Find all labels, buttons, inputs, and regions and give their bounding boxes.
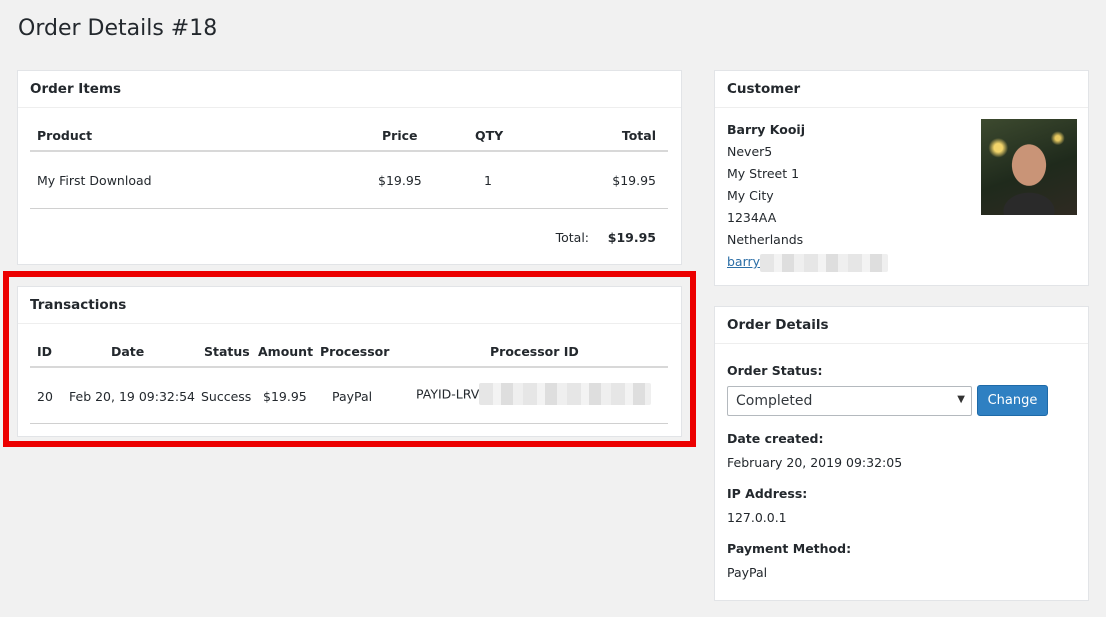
customer-company: Never5 [727,144,773,159]
page-title: Order Details #18 [18,16,218,41]
customer-email-link[interactable]: barry [727,254,760,269]
column-header-total: Total [621,128,656,143]
customer-address: Barry Kooij Never5 My Street 1 My City 1… [727,119,889,273]
order-details-header: Order Details [715,307,1088,344]
column-header-id: ID [37,344,53,359]
redacted-blur [760,253,889,272]
product-total: $19.95 [612,173,656,188]
total-row: Total: $19.95 [30,224,668,254]
order-status-select[interactable]: Completed ▼ [727,386,972,416]
order-details-panel: Order Details Order Status: Completed ▼ … [714,306,1089,601]
column-header-status: Status [204,344,250,359]
payment-method-value: PayPal [727,565,768,580]
order-items-header: Order Items [18,71,681,108]
divider [30,423,668,424]
redacted-blur [479,383,652,405]
customer-country: Netherlands [727,232,804,247]
customer-city: My City [727,188,774,203]
date-created-value: February 20, 2019 09:32:05 [727,455,903,470]
date-created-label: Date created: [727,431,824,446]
payment-method-label: Payment Method: [727,541,852,556]
table-row: 20 Feb 20, 19 09:32:54 Success $19.95 Pa… [30,383,668,413]
avatar [981,119,1077,215]
order-items-panel: Order Items Product Price QTY Total My F… [17,70,682,265]
transactions-panel: Transactions ID Date Status Amount Proce… [17,286,682,437]
customer-name: Barry Kooij [727,122,806,137]
ip-address-label: IP Address: [727,486,808,501]
transactions-table: ID Date Status Amount Processor Processo… [30,324,668,438]
customer-panel: Customer Barry Kooij Never5 My Street 1 … [714,70,1089,286]
column-header-product: Product [37,128,93,143]
table-header-row: ID Date Status Amount Processor Processo… [30,338,668,368]
ip-address-value: 127.0.0.1 [727,510,787,525]
column-header-amount: Amount [258,344,314,359]
customer-postcode: 1234AA [727,210,777,225]
transaction-processor-id: PAYID-LRV [416,383,652,405]
transaction-amount: $19.95 [263,389,307,404]
table-row: My First Download $19.95 1 $19.95 [30,167,668,197]
transactions-header: Transactions [18,287,681,324]
transaction-date: Feb 20, 19 09:32:54 [69,389,195,404]
transaction-status: Success [201,389,252,404]
total-label: Total: [555,230,589,245]
column-header-price: Price [382,128,418,143]
transaction-processor: PayPal [332,389,373,404]
order-status-value: Completed [736,393,813,409]
customer-street: My Street 1 [727,166,800,181]
chevron-down-icon: ▼ [957,394,965,405]
total-value: $19.95 [607,230,656,245]
order-items-table: Product Price QTY Total My First Downloa… [30,108,668,266]
column-header-qty: QTY [475,128,504,143]
column-header-processor-id: Processor ID [490,344,579,359]
product-price: $19.95 [378,173,422,188]
product-qty: 1 [484,173,492,188]
change-button[interactable]: Change [977,385,1048,416]
processor-id-text: PAYID-LRV [416,386,480,402]
transaction-id: 20 [37,389,53,404]
column-header-date: Date [111,344,145,359]
customer-header: Customer [715,71,1088,108]
order-status-label: Order Status: [727,363,823,378]
divider [30,208,668,209]
table-header-row: Product Price QTY Total [30,122,668,152]
column-header-processor: Processor [320,344,390,359]
product-name: My First Download [37,173,152,188]
customer-email-row: barry [727,251,889,273]
